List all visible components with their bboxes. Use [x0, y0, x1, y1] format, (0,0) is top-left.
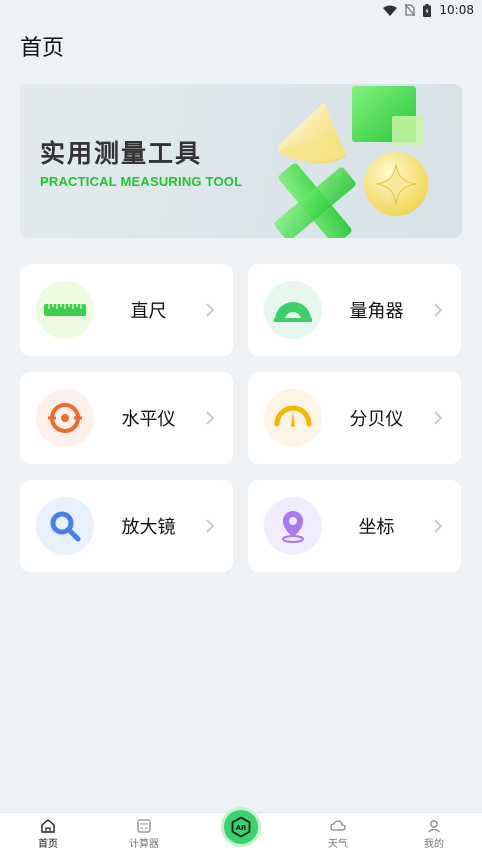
- banner-title: 实用测量工具: [40, 139, 203, 168]
- no-sim-icon: [405, 4, 416, 16]
- banner-subtitle: PRACTICAL MEASURING TOOL: [40, 174, 243, 189]
- ar-button[interactable]: AR: [224, 810, 258, 844]
- magnifier-icon: [36, 497, 94, 555]
- tool-card-protractor[interactable]: 量角器: [248, 264, 461, 356]
- home-icon: [41, 819, 55, 833]
- tool-card-level[interactable]: 水平仪: [20, 372, 233, 464]
- tab-label: 天气: [328, 839, 348, 850]
- location-pin-icon: [264, 497, 322, 555]
- tab-calculator[interactable]: 计算器: [114, 819, 174, 850]
- tool-card-decibel-meter[interactable]: 分贝仪: [248, 372, 461, 464]
- tool-label: 放大镜: [121, 517, 176, 538]
- chevron-right-icon: [206, 519, 215, 533]
- tool-card-magnifier[interactable]: 放大镜: [20, 480, 233, 572]
- status-time: 10:08: [439, 3, 474, 17]
- tool-label: 分贝仪: [349, 409, 404, 430]
- tool-card-coordinates[interactable]: 坐标: [248, 480, 461, 572]
- banner-illustration: [274, 86, 428, 238]
- tab-label: 我的: [424, 839, 444, 850]
- ar-button-label: AR: [236, 824, 247, 832]
- page-title: 首页: [20, 36, 65, 61]
- chevron-right-icon: [206, 303, 215, 317]
- cloud-icon: [330, 820, 346, 831]
- chevron-right-icon: [434, 411, 443, 425]
- ar-icon: AR: [231, 816, 251, 838]
- ruler-icon: [36, 281, 94, 339]
- user-icon: [428, 820, 440, 833]
- protractor-icon: [264, 281, 322, 339]
- banner[interactable]: 实用测量工具 PRACTICAL MEASURING TOOL: [20, 84, 462, 238]
- chevron-right-icon: [434, 519, 443, 533]
- tool-label: 量角器: [349, 301, 404, 322]
- level-icon: [36, 389, 94, 447]
- chevron-right-icon: [206, 411, 215, 425]
- tab-label: 首页: [38, 839, 58, 850]
- tool-label: 水平仪: [121, 409, 176, 430]
- calculator-icon: [137, 819, 151, 833]
- tool-label: 坐标: [358, 517, 395, 538]
- tool-card-ruler[interactable]: 直尺: [20, 264, 233, 356]
- tab-label: 计算器: [129, 839, 159, 850]
- tool-label: 直尺: [130, 301, 167, 322]
- decibel-meter-icon: [264, 389, 322, 447]
- tab-mine[interactable]: 我的: [404, 819, 464, 850]
- chevron-right-icon: [434, 303, 443, 317]
- tab-weather[interactable]: 天气: [308, 819, 368, 850]
- wifi-icon: [383, 5, 398, 16]
- tab-home[interactable]: 首页: [18, 819, 78, 850]
- battery-icon: [423, 3, 432, 17]
- status-bar: 10:08: [0, 0, 482, 20]
